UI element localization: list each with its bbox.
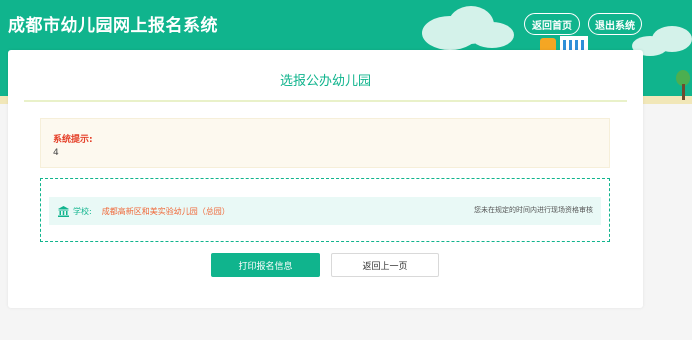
school-status: 您未在规定的时间内进行现场资格审核 (474, 206, 593, 214)
back-button[interactable]: 返回上一页 (331, 253, 439, 277)
school-label: 学校: (73, 206, 92, 216)
notice-value: 4 (53, 148, 59, 158)
logout-button[interactable]: 退出系统 (588, 13, 642, 35)
notice-label: 系统提示: (53, 135, 93, 145)
school-row: 学校: 成都高新区和美实验幼儿园（总园） 您未在规定的时间内进行现场资格审核 (49, 197, 601, 225)
home-button[interactable]: 返回首页 (524, 13, 580, 35)
school-name: 成都高新区和美实验幼儿园（总园） (101, 206, 230, 216)
title-divider (24, 100, 627, 102)
school-building-icon (58, 205, 69, 217)
print-info-button[interactable]: 打印报名信息 (211, 253, 320, 277)
system-notice: 系统提示: 4 (40, 118, 610, 168)
page-title: 选报公办幼儿园 (279, 74, 371, 89)
school-section: 学校: 成都高新区和美实验幼儿园（总园） 您未在规定的时间内进行现场资格审核 (40, 178, 610, 242)
tree-trunk (682, 84, 685, 100)
site-title: 成都市幼儿园网上报名系统 (8, 16, 218, 36)
main-card: 选报公办幼儿园 系统提示: 4 学校: 成都高新区和美实验幼儿园（总园） 您未在… (8, 50, 643, 308)
cloud-decoration (470, 22, 514, 48)
tree-icon (674, 70, 690, 102)
